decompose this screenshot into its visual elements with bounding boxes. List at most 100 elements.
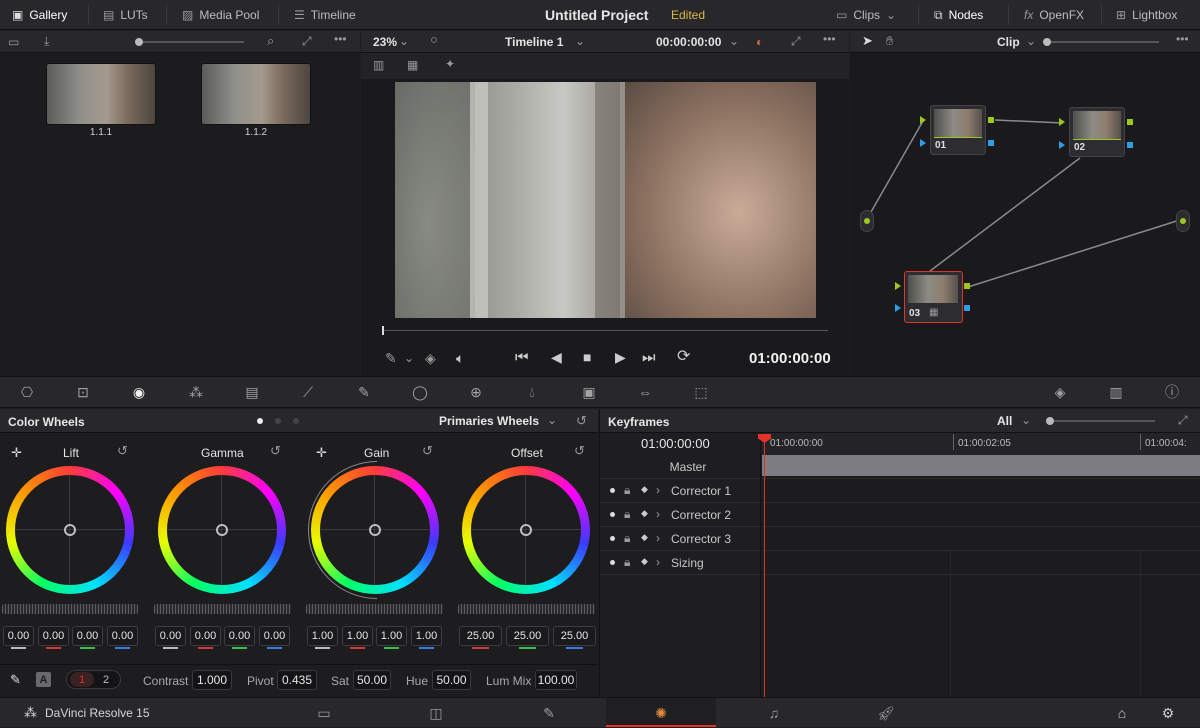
node-mode[interactable]: Clip bbox=[997, 35, 1020, 49]
crosshair-icon[interactable]: ✛ bbox=[11, 446, 22, 459]
still-thumbnail[interactable] bbox=[46, 63, 156, 125]
scrubber-bar[interactable] bbox=[383, 330, 828, 331]
chevron-down-icon[interactable]: ⌄ bbox=[1021, 414, 1031, 426]
offset-g-value[interactable]: 25.00 bbox=[506, 626, 549, 646]
chevron-right-icon[interactable]: › bbox=[656, 556, 660, 568]
still-thumbnail[interactable] bbox=[201, 63, 311, 125]
lock-icon[interactable]: 🔒︎ bbox=[624, 484, 630, 496]
page-dot[interactable] bbox=[275, 418, 281, 424]
more-options-icon[interactable]: ••• bbox=[823, 33, 836, 45]
page-1-button[interactable]: 1 bbox=[70, 672, 94, 687]
go-to-end-icon[interactable]: ⏭︎ bbox=[642, 350, 656, 365]
keyframe-zoom-handle[interactable] bbox=[1046, 417, 1054, 425]
gain-g-value[interactable]: 1.00 bbox=[376, 626, 407, 646]
download-icon[interactable]: ⤓ bbox=[44, 35, 49, 47]
stop-icon[interactable]: ■ bbox=[583, 350, 591, 364]
hue-field[interactable]: 50.00 bbox=[432, 670, 471, 690]
thumb-size-handle[interactable] bbox=[135, 38, 143, 46]
key-icon[interactable]: ▣ bbox=[577, 380, 601, 404]
volume-icon[interactable]: 🔈︎ bbox=[456, 351, 464, 365]
node-output-port[interactable] bbox=[964, 283, 970, 289]
reset-icon[interactable]: ↺ bbox=[270, 444, 281, 457]
gamma-r-value[interactable]: 0.00 bbox=[190, 626, 221, 646]
track-row[interactable]: 🔒︎ ◆ › Corrector 3 bbox=[600, 527, 760, 551]
chevron-down-icon[interactable]: ⌄ bbox=[729, 35, 739, 47]
clips-tab[interactable]: ▭ Clips ⌄ bbox=[836, 0, 896, 30]
sizing-icon[interactable]: ⇔ bbox=[633, 380, 657, 404]
color-wheels-icon[interactable]: ◉ bbox=[127, 380, 151, 404]
page-dot-active[interactable] bbox=[257, 418, 263, 424]
lift-y-value[interactable]: 0.00 bbox=[3, 626, 34, 646]
fairlight-page-icon[interactable]: ♫ bbox=[756, 698, 792, 728]
qualifier-icon[interactable]: ✎ bbox=[352, 380, 376, 404]
gamma-y-value[interactable]: 0.00 bbox=[155, 626, 186, 646]
keyframe-zoom-slider[interactable] bbox=[1049, 420, 1155, 422]
more-options-icon[interactable]: ••• bbox=[334, 33, 347, 45]
chevron-down-icon[interactable]: ⌄ bbox=[575, 35, 585, 47]
offset-wheel[interactable] bbox=[462, 466, 590, 594]
color-page-icon[interactable]: ✺ bbox=[643, 698, 679, 728]
keyframes-toggle-icon[interactable]: ◈ bbox=[1048, 380, 1072, 404]
track-enable-dot[interactable] bbox=[610, 560, 615, 565]
more-options-icon[interactable]: ••• bbox=[1176, 33, 1189, 45]
split-view-icon[interactable]: ▥ bbox=[373, 59, 384, 71]
pivot-field[interactable]: 0.435 bbox=[277, 670, 317, 690]
master-row[interactable]: Master bbox=[600, 455, 760, 479]
deliver-page-icon[interactable]: 🚀︎ bbox=[868, 698, 904, 728]
blur-icon[interactable]: 💧︎ bbox=[520, 380, 544, 404]
layers-icon[interactable]: ◈ bbox=[425, 351, 436, 365]
chevron-right-icon[interactable]: › bbox=[656, 532, 660, 544]
reset-icon[interactable]: ↺ bbox=[117, 444, 128, 457]
keyframes-filter[interactable]: All bbox=[997, 414, 1012, 428]
hand-icon[interactable]: ✋︎ bbox=[886, 34, 893, 47]
lock-icon[interactable]: 🔒︎ bbox=[624, 556, 630, 568]
auto-button[interactable]: A bbox=[36, 672, 51, 687]
lum-mix-field[interactable]: 100.00 bbox=[535, 670, 577, 690]
track-enable-dot[interactable] bbox=[610, 488, 615, 493]
magic-wand-icon[interactable]: ✦ bbox=[445, 58, 455, 70]
node-key-output-port[interactable] bbox=[988, 140, 994, 146]
timeline-tab[interactable]: ☰ Timeline bbox=[294, 0, 356, 30]
keyframe-diamond-icon[interactable]: ◆ bbox=[641, 557, 648, 566]
node-01[interactable]: 01 bbox=[930, 105, 986, 155]
node-key-output-port[interactable] bbox=[1127, 142, 1133, 148]
node-output-port[interactable] bbox=[988, 117, 994, 123]
track-row[interactable]: 🔒︎ ◆ › Corrector 2 bbox=[600, 503, 760, 527]
settings-gear-icon[interactable]: ⚙ bbox=[1154, 698, 1182, 728]
pointer-icon[interactable]: ➤ bbox=[862, 34, 873, 47]
media-pool-tab[interactable]: ▨ Media Pool bbox=[182, 0, 259, 30]
track-row[interactable]: 🔒︎ ◆ › Sizing bbox=[600, 551, 760, 575]
offset-b-value[interactable]: 25.00 bbox=[553, 626, 596, 646]
node-zoom-slider[interactable] bbox=[1047, 41, 1159, 43]
gamma-wheel[interactable] bbox=[158, 466, 286, 594]
lift-r-value[interactable]: 0.00 bbox=[38, 626, 69, 646]
media-page-icon[interactable]: ▭ bbox=[306, 698, 342, 728]
chevron-down-icon[interactable]: ⌄ bbox=[1026, 35, 1036, 47]
3d-icon[interactable]: ⬚ bbox=[689, 380, 713, 404]
rgb-mixer-icon[interactable]: ⁂ bbox=[184, 380, 208, 404]
reset-icon[interactable]: ↺ bbox=[576, 414, 587, 427]
track-enable-dot[interactable] bbox=[610, 536, 615, 541]
page-2-button[interactable]: 2 bbox=[94, 672, 118, 687]
gain-b-value[interactable]: 1.00 bbox=[411, 626, 442, 646]
search-icon[interactable]: ⌕ bbox=[267, 34, 274, 47]
info-icon[interactable]: ⓘ bbox=[1160, 380, 1184, 404]
camera-raw-icon[interactable]: ⎔ bbox=[15, 380, 39, 404]
auto-balance-icon[interactable]: ✎ bbox=[10, 673, 21, 686]
chevron-right-icon[interactable]: › bbox=[656, 484, 660, 496]
lock-icon[interactable]: 🔒︎ bbox=[624, 532, 630, 544]
fullscreen-icon[interactable]: ⤢ bbox=[1178, 414, 1188, 426]
curves-icon[interactable]: ⟋ bbox=[296, 380, 320, 404]
play-icon[interactable]: ▶ bbox=[615, 350, 626, 364]
sat-field[interactable]: 50.00 bbox=[353, 670, 391, 690]
contrast-field[interactable]: 1.000 bbox=[192, 670, 232, 690]
fullscreen-icon[interactable]: ⤢ bbox=[791, 35, 801, 47]
lightbox-tab[interactable]: ⊞ Lightbox bbox=[1116, 0, 1177, 30]
master-keyframe-track[interactable] bbox=[762, 455, 1200, 476]
reset-icon[interactable]: ↺ bbox=[574, 444, 585, 457]
track-row[interactable]: 🔒︎ ◆ › Corrector 1 bbox=[600, 479, 760, 503]
keyframe-diamond-icon[interactable]: ◆ bbox=[641, 509, 648, 518]
reverse-play-icon[interactable]: ◀ bbox=[551, 350, 562, 364]
tracker-icon[interactable]: ⊕ bbox=[464, 380, 488, 404]
scrubber-playhead[interactable] bbox=[382, 326, 384, 335]
